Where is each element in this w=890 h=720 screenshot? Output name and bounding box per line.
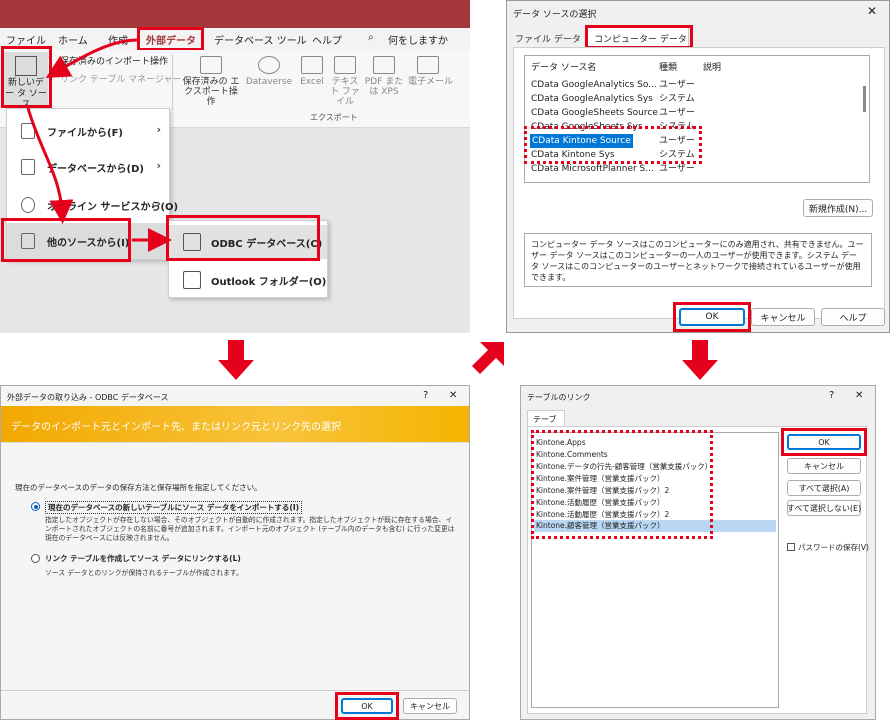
- col-header-type[interactable]: 種類: [659, 60, 677, 73]
- list-item-type: ユーザー: [659, 108, 695, 118]
- arrow-down-1: [218, 340, 254, 380]
- list-item-type: システム: [659, 94, 695, 104]
- save-password-checkbox[interactable]: [787, 543, 795, 551]
- help-icon[interactable]: ?: [423, 390, 428, 401]
- dialog-title: データ ソースの選択: [513, 10, 597, 20]
- highlight-kintone-tables: [531, 430, 713, 539]
- select-data-source-dialog: データ ソースの選択 ✕ ファイル データ ソース コンピューター データ ソー…: [506, 0, 890, 333]
- new-button[interactable]: 新規作成(N)...: [803, 199, 873, 217]
- dialog-title: 外部データの取り込み - ODBC データベース: [7, 393, 169, 402]
- col-header-desc[interactable]: 説明: [703, 60, 721, 73]
- import-odbc-dialog: 外部データの取り込み - ODBC データベース ? ✕ データのインポート元と…: [0, 385, 470, 720]
- description-text: コンピューター データ ソースはこのコンピューターにのみ適用され、共有できません…: [524, 233, 872, 287]
- scrollbar-thumb[interactable]: [863, 86, 866, 112]
- highlight-kintone-rows: [524, 126, 702, 164]
- help-button[interactable]: ヘルプ: [821, 308, 885, 326]
- cancel-button[interactable]: キャンセル: [787, 458, 861, 474]
- list-item[interactable]: CData MicrosoftPlanner S...: [531, 162, 654, 176]
- help-icon[interactable]: ?: [829, 390, 834, 401]
- list-item-type: ユーザー: [659, 164, 695, 174]
- header-divider: [1, 442, 469, 443]
- link-option-label[interactable]: リンク テーブルを作成してソース データにリンクする(L): [45, 553, 241, 564]
- intro-text: 現在のデータベースのデータの保存方法と保存場所を指定してください。: [15, 483, 262, 492]
- highlight-ok-button: [781, 428, 867, 456]
- list-item[interactable]: CData GoogleAnalytics So...: [531, 78, 657, 92]
- link-tables-dialog: テーブルのリンク ? ✕ テーブル Kintone.Apps Kintone.C…: [520, 385, 876, 720]
- dialog-title: テーブルのリンク: [527, 393, 591, 402]
- arrow-up-right: [472, 342, 504, 374]
- highlight-ok-button: [335, 692, 399, 720]
- arrow-down-2: [682, 340, 718, 380]
- import-radio[interactable]: [31, 502, 40, 511]
- close-icon[interactable]: ✕: [867, 4, 877, 18]
- list-item[interactable]: CData GoogleAnalytics Sys: [531, 92, 653, 106]
- col-header-name[interactable]: データ ソース名: [531, 60, 596, 73]
- cancel-button[interactable]: キャンセル: [751, 308, 815, 326]
- deselect-all-button[interactable]: すべて選択しない(E): [787, 500, 861, 516]
- close-icon[interactable]: ✕: [855, 390, 863, 401]
- import-option-desc: 指定したオブジェクトが存在しない場合、そのオブジェクトが自動的に作成されます。指…: [45, 516, 455, 542]
- link-radio[interactable]: [31, 554, 40, 563]
- cancel-button[interactable]: キャンセル: [403, 698, 457, 714]
- highlight-computer-tab: [585, 25, 693, 49]
- footer-divider: [1, 690, 469, 691]
- access-ribbon-panel: ファイル ホーム 作成 外部データ データベース ツール ヘルプ ⌕ 何をします…: [0, 0, 470, 333]
- tab-tables[interactable]: テーブル: [527, 410, 565, 435]
- link-option-desc: ソース データとのリンクが保持されるテーブルが作成されます。: [45, 569, 243, 577]
- flow-arrows-panel1: [26, 38, 172, 252]
- select-all-button[interactable]: すべて選択(A): [787, 480, 861, 496]
- import-option-label[interactable]: 現在のデータベースの新しいテーブルにソース データをインポートする(I): [45, 501, 303, 514]
- list-item-type: ユーザー: [659, 80, 695, 90]
- header-banner: データのインポート元とインポート先、またはリンク元とリンク先の選択: [1, 406, 469, 442]
- highlight-ok-button: [673, 302, 751, 332]
- close-icon[interactable]: ✕: [449, 390, 457, 401]
- save-password-label[interactable]: パスワードの保存(V): [798, 542, 869, 553]
- list-item[interactable]: CData GoogleSheets Source: [531, 106, 658, 120]
